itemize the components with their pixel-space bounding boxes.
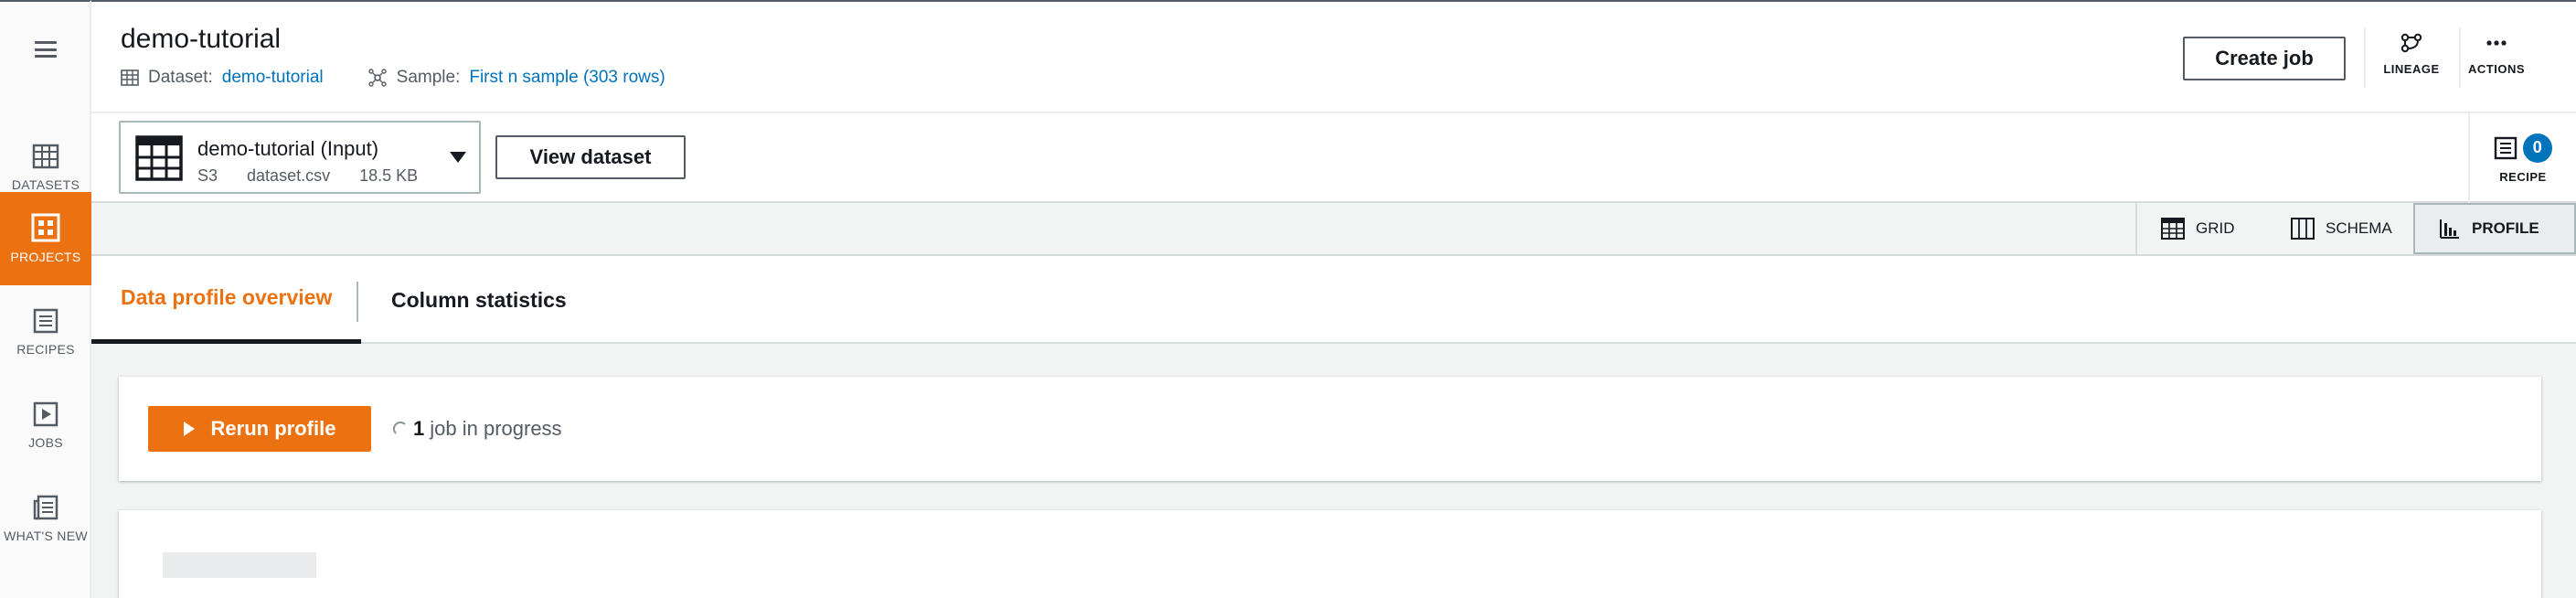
caret-down-icon [450,152,466,163]
view-tab-grid[interactable]: GRID [2135,203,2259,254]
tab-data-profile-overview[interactable]: Data profile overview [91,256,362,344]
profile-tabs: Data profile overview Column statistics [91,256,2576,344]
profile-job-card: Rerun profile 1 job in progress [119,377,2541,481]
nav-recipes[interactable]: RECIPES [0,285,91,379]
recipe-indicator: 0 [2494,133,2552,163]
nav-datasets-label: DATASETS [11,177,80,192]
projects-icon [31,213,60,242]
actions-label: ACTIONS [2468,62,2525,76]
job-progress-status: 1 job in progress [393,417,562,441]
dataset-selector[interactable]: demo-tutorial (Input) S3 dataset.csv 18.… [119,121,481,194]
nav-projects-label: PROJECTS [10,250,81,264]
dataset-size: 18.5 KB [359,166,419,185]
dataset-name: demo-tutorial (Input) [197,137,379,160]
view-mode-bar: GRID SCHEMA PROFILE [91,203,2576,256]
dataset-bar: demo-tutorial (Input) S3 dataset.csv 18.… [91,113,2576,203]
lineage-icon [2400,33,2422,53]
view-tab-profile-label: PROFILE [2472,219,2539,237]
view-tab-schema-label: SCHEMA [2326,219,2392,237]
sample-link[interactable]: First n sample (303 rows) [469,68,665,88]
news-icon [33,495,59,520]
profile-content: Data profile overview Column statistics … [91,256,2576,598]
tab-column-statistics[interactable]: Column statistics [391,256,567,344]
sample-icon [367,69,387,87]
recipe-icon [2494,136,2517,159]
rerun-profile-button[interactable]: Rerun profile [148,406,371,452]
tab-divider [357,282,358,322]
nav-recipes-label: RECIPES [16,342,75,357]
actions-button[interactable]: ACTIONS [2455,33,2538,88]
dataset-file: dataset.csv [247,166,331,185]
spinner-icon [393,422,408,436]
sample-label: Sample: [396,68,461,87]
play-icon [33,401,59,427]
view-tab-profile[interactable]: PROFILE [2413,203,2576,254]
project-meta: Dataset: demo-tutorial Sample: First n s… [121,68,665,88]
dataset-label: Dataset: [148,68,213,87]
job-progress-text: job in progress [430,417,562,440]
lineage-label: LINEAGE [2383,62,2440,76]
view-tab-schema[interactable]: SCHEMA [2267,203,2416,254]
recipe-label: RECIPE [2499,169,2547,184]
job-count: 1 [413,417,425,440]
view-tab-grid-label: GRID [2196,219,2235,237]
recipe-count-badge: 0 [2523,133,2552,163]
header-divider [2364,27,2366,88]
view-dataset-button[interactable]: View dataset [495,135,686,179]
dataset-source: S3 [197,166,218,185]
nav-jobs[interactable]: JOBS [0,379,91,472]
more-dots-icon [2486,40,2507,46]
table-icon [32,144,59,169]
nav-projects[interactable]: PROJECTS [0,192,91,285]
profile-summary-card [119,510,2541,598]
lineage-button[interactable]: LINEAGE [2370,33,2453,88]
create-job-button[interactable]: Create job [2183,37,2346,80]
profile-chart-icon [2440,219,2459,239]
rerun-profile-label: Rerun profile [210,417,336,440]
recipe-button[interactable]: 0 RECIPE [2468,113,2576,203]
dataset-grid-icon [135,135,183,181]
nav-whats-new-label: WHAT'S NEW [4,529,88,543]
nav-jobs-label: JOBS [28,435,63,450]
dataset-info: S3 dataset.csv 18.5 KB [197,166,418,186]
recipe-icon [33,308,59,334]
table-icon [121,69,139,86]
schema-icon [2291,218,2315,240]
nav-whats-new[interactable]: WHAT'S NEW [0,472,91,565]
loading-placeholder [163,552,316,578]
dataset-link[interactable]: demo-tutorial [222,68,324,88]
play-icon [183,422,195,436]
grid-icon [2161,218,2185,240]
hamburger-icon [35,41,57,58]
page-title: demo-tutorial [121,24,282,54]
left-nav-rail: DATASETS PROJECTS RECIPES JOBS WHAT'S NE… [0,0,91,598]
menu-button[interactable] [0,2,91,97]
project-header: demo-tutorial Dataset: demo-tutorial Sam… [91,0,2576,113]
